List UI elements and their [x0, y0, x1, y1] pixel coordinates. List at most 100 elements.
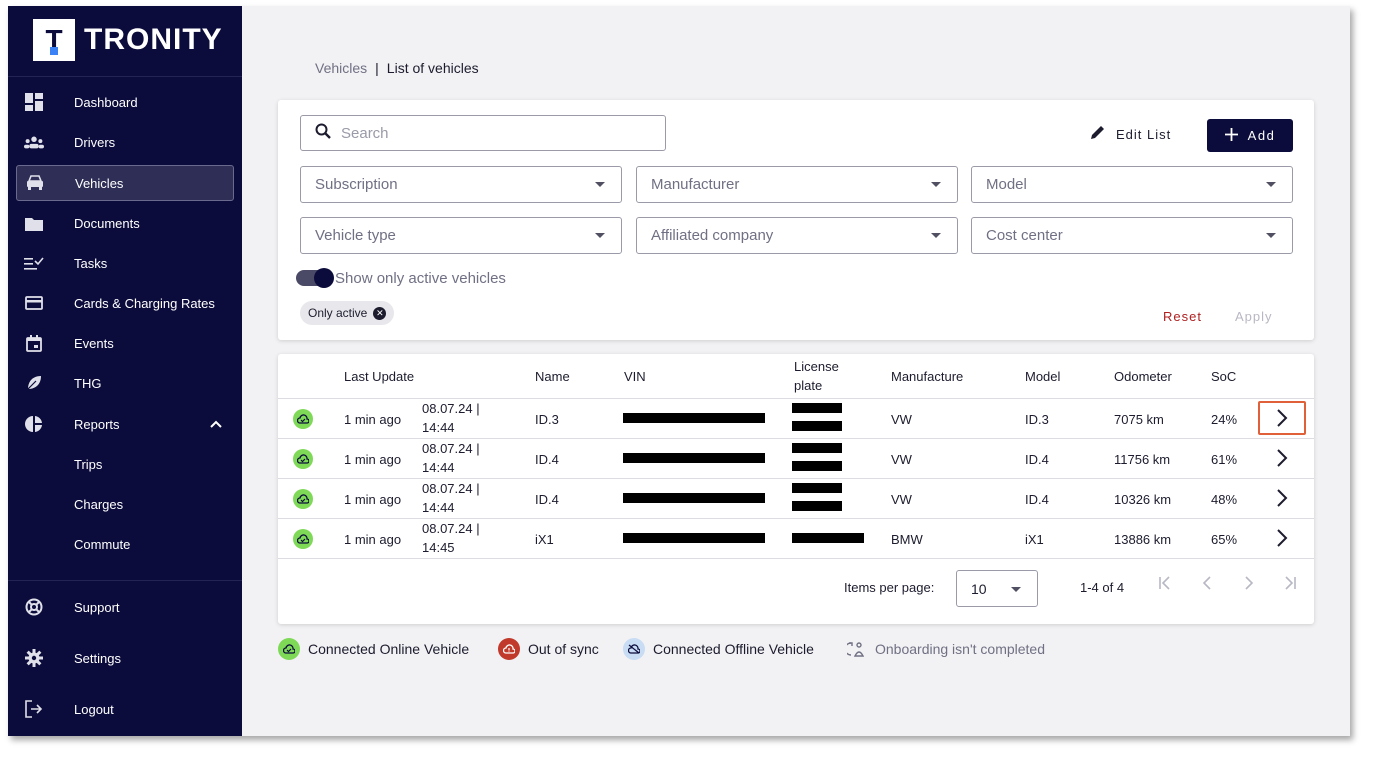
redacted-vin [623, 493, 765, 503]
sidebar-item-events[interactable]: Events [16, 325, 234, 361]
column-header-model[interactable]: Model [1025, 354, 1060, 398]
items-per-page-select[interactable]: 10 [956, 570, 1038, 607]
table-row[interactable]: 1 min ago 08.07.24 | 14:44 ID.4 VW ID.4 1… [278, 439, 1314, 479]
add-label: Add [1247, 128, 1276, 143]
sidebar-item-cards-charging[interactable]: Cards & Charging Rates [16, 285, 234, 321]
last-update-ago: 1 min ago [344, 491, 402, 507]
apply-button[interactable]: Apply [1235, 309, 1273, 324]
column-header-vin[interactable]: VIN [624, 354, 646, 398]
vehicles-table: Last Update Name VIN License plate Manuf… [278, 354, 1314, 624]
chevron-right-icon[interactable] [1258, 521, 1306, 555]
toggle-label: Show only active vehicles [335, 270, 506, 287]
table-row[interactable]: 1 min ago 08.07.24 | 14:44 ID.3 VW ID.3 7… [278, 399, 1314, 439]
affiliated-company-select[interactable]: Affiliated company [636, 217, 958, 254]
time: 14:44 [422, 420, 455, 435]
sidebar-item-thg[interactable]: THG [16, 365, 234, 401]
sidebar-item-label: Support [74, 599, 120, 615]
sidebar-item-vehicles[interactable]: Vehicles [16, 165, 234, 201]
reset-button[interactable]: Reset [1163, 309, 1202, 324]
sidebar-item-reports[interactable]: Reports [16, 406, 234, 442]
sidebar-item-settings[interactable]: Settings [16, 640, 234, 676]
leaf-icon [24, 373, 44, 393]
sidebar-item-support[interactable]: Support [16, 589, 234, 625]
sidebar-item-tasks[interactable]: Tasks [16, 245, 234, 281]
plus-icon [1224, 125, 1238, 146]
caret-down-icon [931, 233, 941, 238]
model-select[interactable]: Model [971, 166, 1293, 203]
model-value: ID.3 [1025, 411, 1049, 427]
folder-icon [24, 213, 44, 233]
vehicle-type-select[interactable]: Vehicle type [300, 217, 622, 254]
sidebar-item-charges[interactable]: Charges [16, 486, 234, 522]
manufacturer-select[interactable]: Manufacturer [636, 166, 958, 203]
legend-label: Out of sync [528, 641, 599, 657]
legend-onboarding: Onboarding isn't completed [845, 636, 1045, 662]
column-header-odometer[interactable]: Odometer [1114, 354, 1172, 398]
card-icon [24, 293, 44, 313]
next-page-icon[interactable] [1244, 576, 1254, 595]
last-update-timestamp: 08.07.24 | 14:44 [422, 439, 502, 477]
table-row[interactable]: 1 min ago 08.07.24 | 14:45 iX1 BMW iX1 13… [278, 519, 1314, 559]
logo[interactable]: T TRONITY [33, 18, 223, 62]
chevron-right-icon[interactable] [1258, 401, 1306, 435]
date: 08.07.24 | [422, 481, 480, 496]
manufacture-value: VW [891, 491, 912, 507]
column-header-name[interactable]: Name [535, 354, 570, 398]
sidebar-item-commute[interactable]: Commute [16, 526, 234, 562]
chevron-up-icon[interactable] [210, 417, 222, 431]
sidebar-item-label: Charges [74, 496, 124, 512]
sidebar-item-label: THG [74, 375, 102, 391]
cloud-online-icon [293, 409, 313, 429]
sidebar-item-label: Cards & Charging Rates [74, 295, 215, 311]
last-update-ago: 1 min ago [344, 411, 402, 427]
logout-icon [24, 699, 44, 719]
chevron-right-icon[interactable] [1258, 481, 1306, 515]
vehicle-name: ID.3 [535, 411, 559, 427]
time: 14:44 [422, 460, 455, 475]
manufacture-value: VW [891, 451, 912, 467]
search-input[interactable] [341, 124, 641, 142]
last-page-icon[interactable] [1283, 576, 1297, 595]
vehicle-name: ID.4 [535, 491, 559, 507]
sidebar-item-documents[interactable]: Documents [16, 205, 234, 241]
cost-center-select[interactable]: Cost center [971, 217, 1293, 254]
subscription-select[interactable]: Subscription [300, 166, 622, 203]
active-vehicles-toggle[interactable] [296, 268, 334, 288]
search-icon [315, 123, 331, 144]
cloud-offline-icon [623, 638, 645, 660]
sidebar-item-trips[interactable]: Trips [16, 446, 234, 482]
model-value: ID.4 [1025, 491, 1049, 507]
column-header-manufacture[interactable]: Manufacture [891, 354, 963, 398]
search-field[interactable] [300, 115, 666, 151]
time: 14:44 [422, 500, 455, 515]
odometer-value: 7075 km [1114, 411, 1164, 427]
toggle-knob [314, 268, 334, 288]
edit-list-button[interactable]: Edit List [1090, 124, 1171, 145]
cloud-online-icon [278, 638, 300, 660]
sidebar-item-dashboard[interactable]: Dashboard [16, 84, 234, 120]
sidebar-item-label: Commute [74, 536, 131, 552]
caret-down-icon [595, 182, 605, 187]
column-header-soc[interactable]: SoC [1211, 354, 1236, 398]
remove-chip-icon[interactable]: ✕ [373, 306, 387, 320]
breadcrumb-current: List of vehicles [386, 60, 479, 76]
previous-page-icon[interactable] [1202, 576, 1212, 595]
cloud-sync-error-icon [498, 638, 520, 660]
column-header-license-plate[interactable]: License plate [794, 354, 839, 398]
sidebar-item-label: Drivers [74, 134, 116, 150]
breadcrumb-parent[interactable]: Vehicles [315, 60, 367, 76]
chevron-right-icon[interactable] [1258, 441, 1306, 475]
redacted-license-plate [792, 483, 842, 493]
table-row[interactable]: 1 min ago 08.07.24 | 14:44 ID.4 VW ID.4 1… [278, 479, 1314, 519]
sidebar-item-label: Vehicles [75, 175, 124, 191]
first-page-icon[interactable] [1158, 576, 1172, 595]
sidebar-item-logout[interactable]: Logout [16, 691, 234, 727]
column-header-last-update[interactable]: Last Update [344, 354, 414, 398]
sidebar-item-label: Settings [74, 650, 121, 666]
add-button[interactable]: Add [1207, 119, 1293, 152]
last-update-timestamp: 08.07.24 | 14:44 [422, 399, 502, 437]
select-placeholder: Vehicle type [315, 227, 396, 244]
redacted-license-plate [792, 461, 842, 471]
sidebar-item-drivers[interactable]: Drivers [16, 124, 234, 160]
logo-mark: T [33, 19, 75, 61]
